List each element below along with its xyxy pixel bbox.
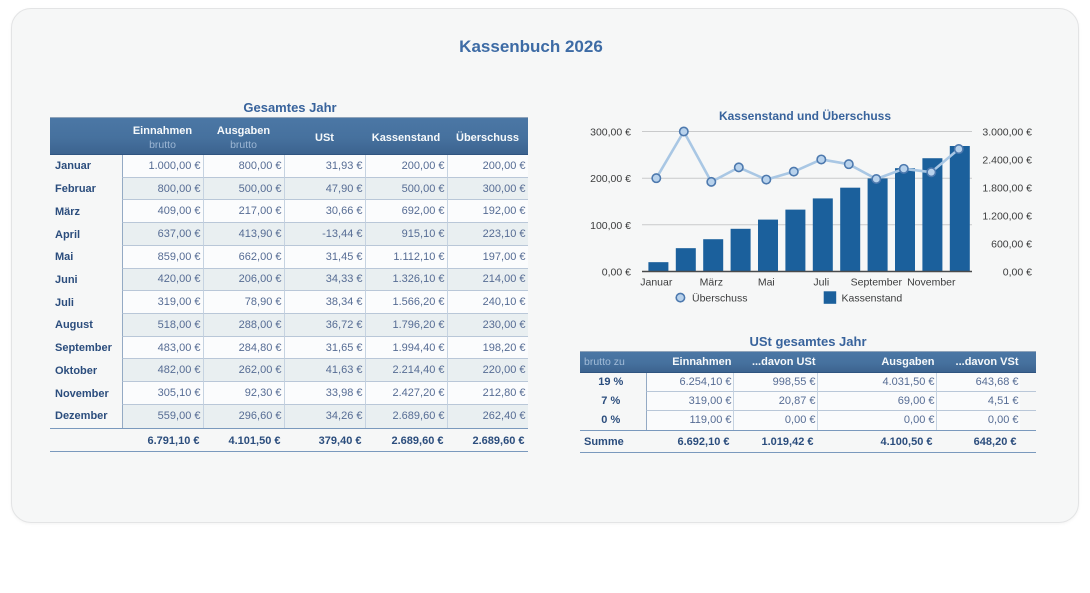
svg-text:Juli: Juli [813, 277, 829, 289]
svg-text:September: September [851, 277, 903, 289]
svg-text:Mai: Mai [758, 277, 775, 289]
svg-text:2.400,00 €: 2.400,00 € [982, 155, 1032, 167]
svg-text:März: März [700, 277, 723, 289]
svg-text:300,00 €: 300,00 € [590, 127, 631, 139]
svg-text:1.200,00 €: 1.200,00 € [982, 211, 1032, 223]
svg-text:600,00 €: 600,00 € [991, 239, 1032, 251]
svg-text:0,00 €: 0,00 € [602, 267, 631, 279]
svg-text:November: November [907, 277, 956, 289]
svg-text:3.000,00 €: 3.000,00 € [982, 127, 1032, 139]
svg-text:0,00 €: 0,00 € [1003, 267, 1032, 279]
svg-text:1.800,00 €: 1.800,00 € [982, 183, 1032, 195]
svg-text:200,00 €: 200,00 € [590, 173, 631, 185]
svg-text:Kassenstand: Kassenstand [842, 293, 903, 305]
svg-text:Januar: Januar [640, 277, 673, 289]
svg-text:100,00 €: 100,00 € [590, 220, 631, 232]
svg-text:Überschuss: Überschuss [692, 293, 747, 305]
svg-text:Kassenstand und Überschuss: Kassenstand und Überschuss [719, 108, 891, 123]
